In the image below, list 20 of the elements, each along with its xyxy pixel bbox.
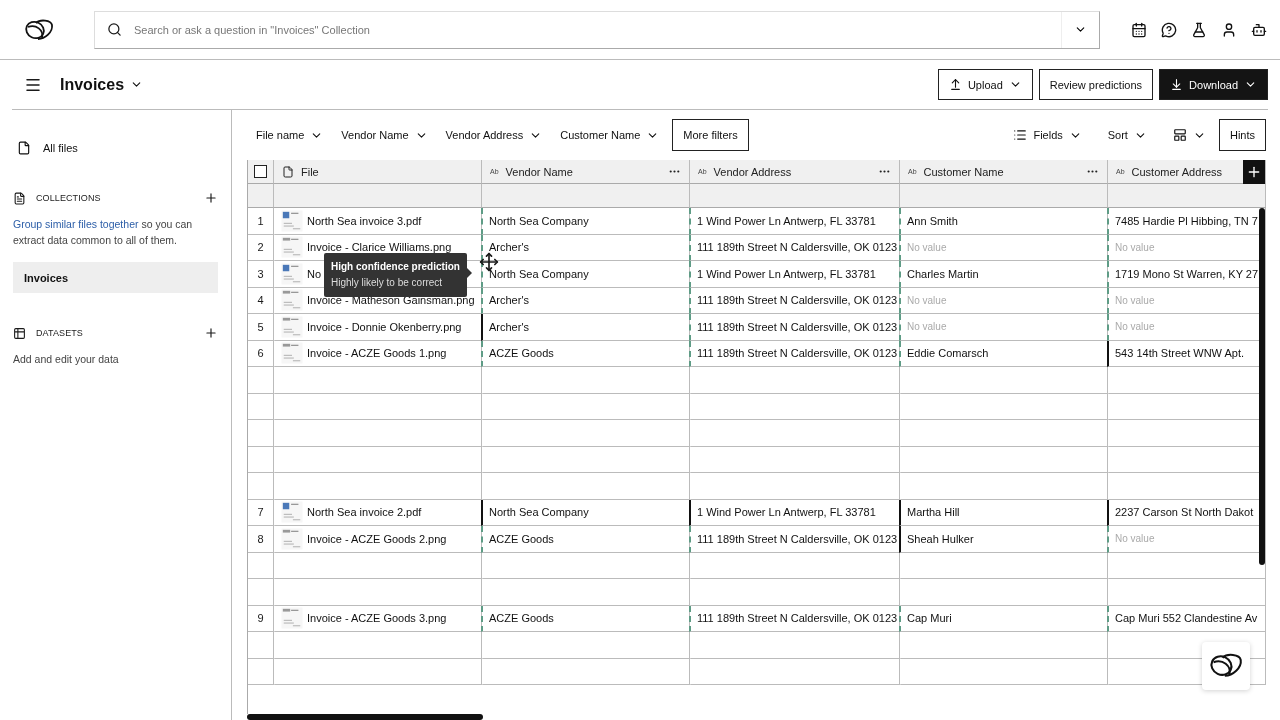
section-hint: Group similar files together so you can extract data common to all of them. — [13, 217, 194, 248]
section-title: COLLECTIONS — [36, 193, 102, 203]
row-number: 5 — [248, 314, 274, 341]
row-number: 1 — [248, 208, 274, 235]
section-hint: Add and edit your data — [13, 352, 120, 367]
column-title: Customer Address — [1131, 165, 1224, 178]
column-title: File — [301, 165, 320, 178]
tooltip-text: Highly likely to be correct — [331, 276, 444, 290]
column-title: Vendor Address — [713, 165, 793, 178]
row-number: 3 — [248, 261, 274, 288]
row-number: 4 — [248, 287, 274, 314]
row-number: 8 — [248, 526, 274, 553]
row-number: 9 — [248, 605, 274, 632]
row-number: 2 — [248, 234, 274, 261]
column-title: Vendor Name — [505, 165, 574, 178]
section-title: DATASETS — [36, 328, 84, 338]
tooltip-title: High confidence prediction — [331, 260, 460, 274]
row-number: 7 — [248, 499, 274, 526]
column-title: Customer Name — [923, 165, 1005, 178]
row-number: 6 — [248, 340, 274, 367]
